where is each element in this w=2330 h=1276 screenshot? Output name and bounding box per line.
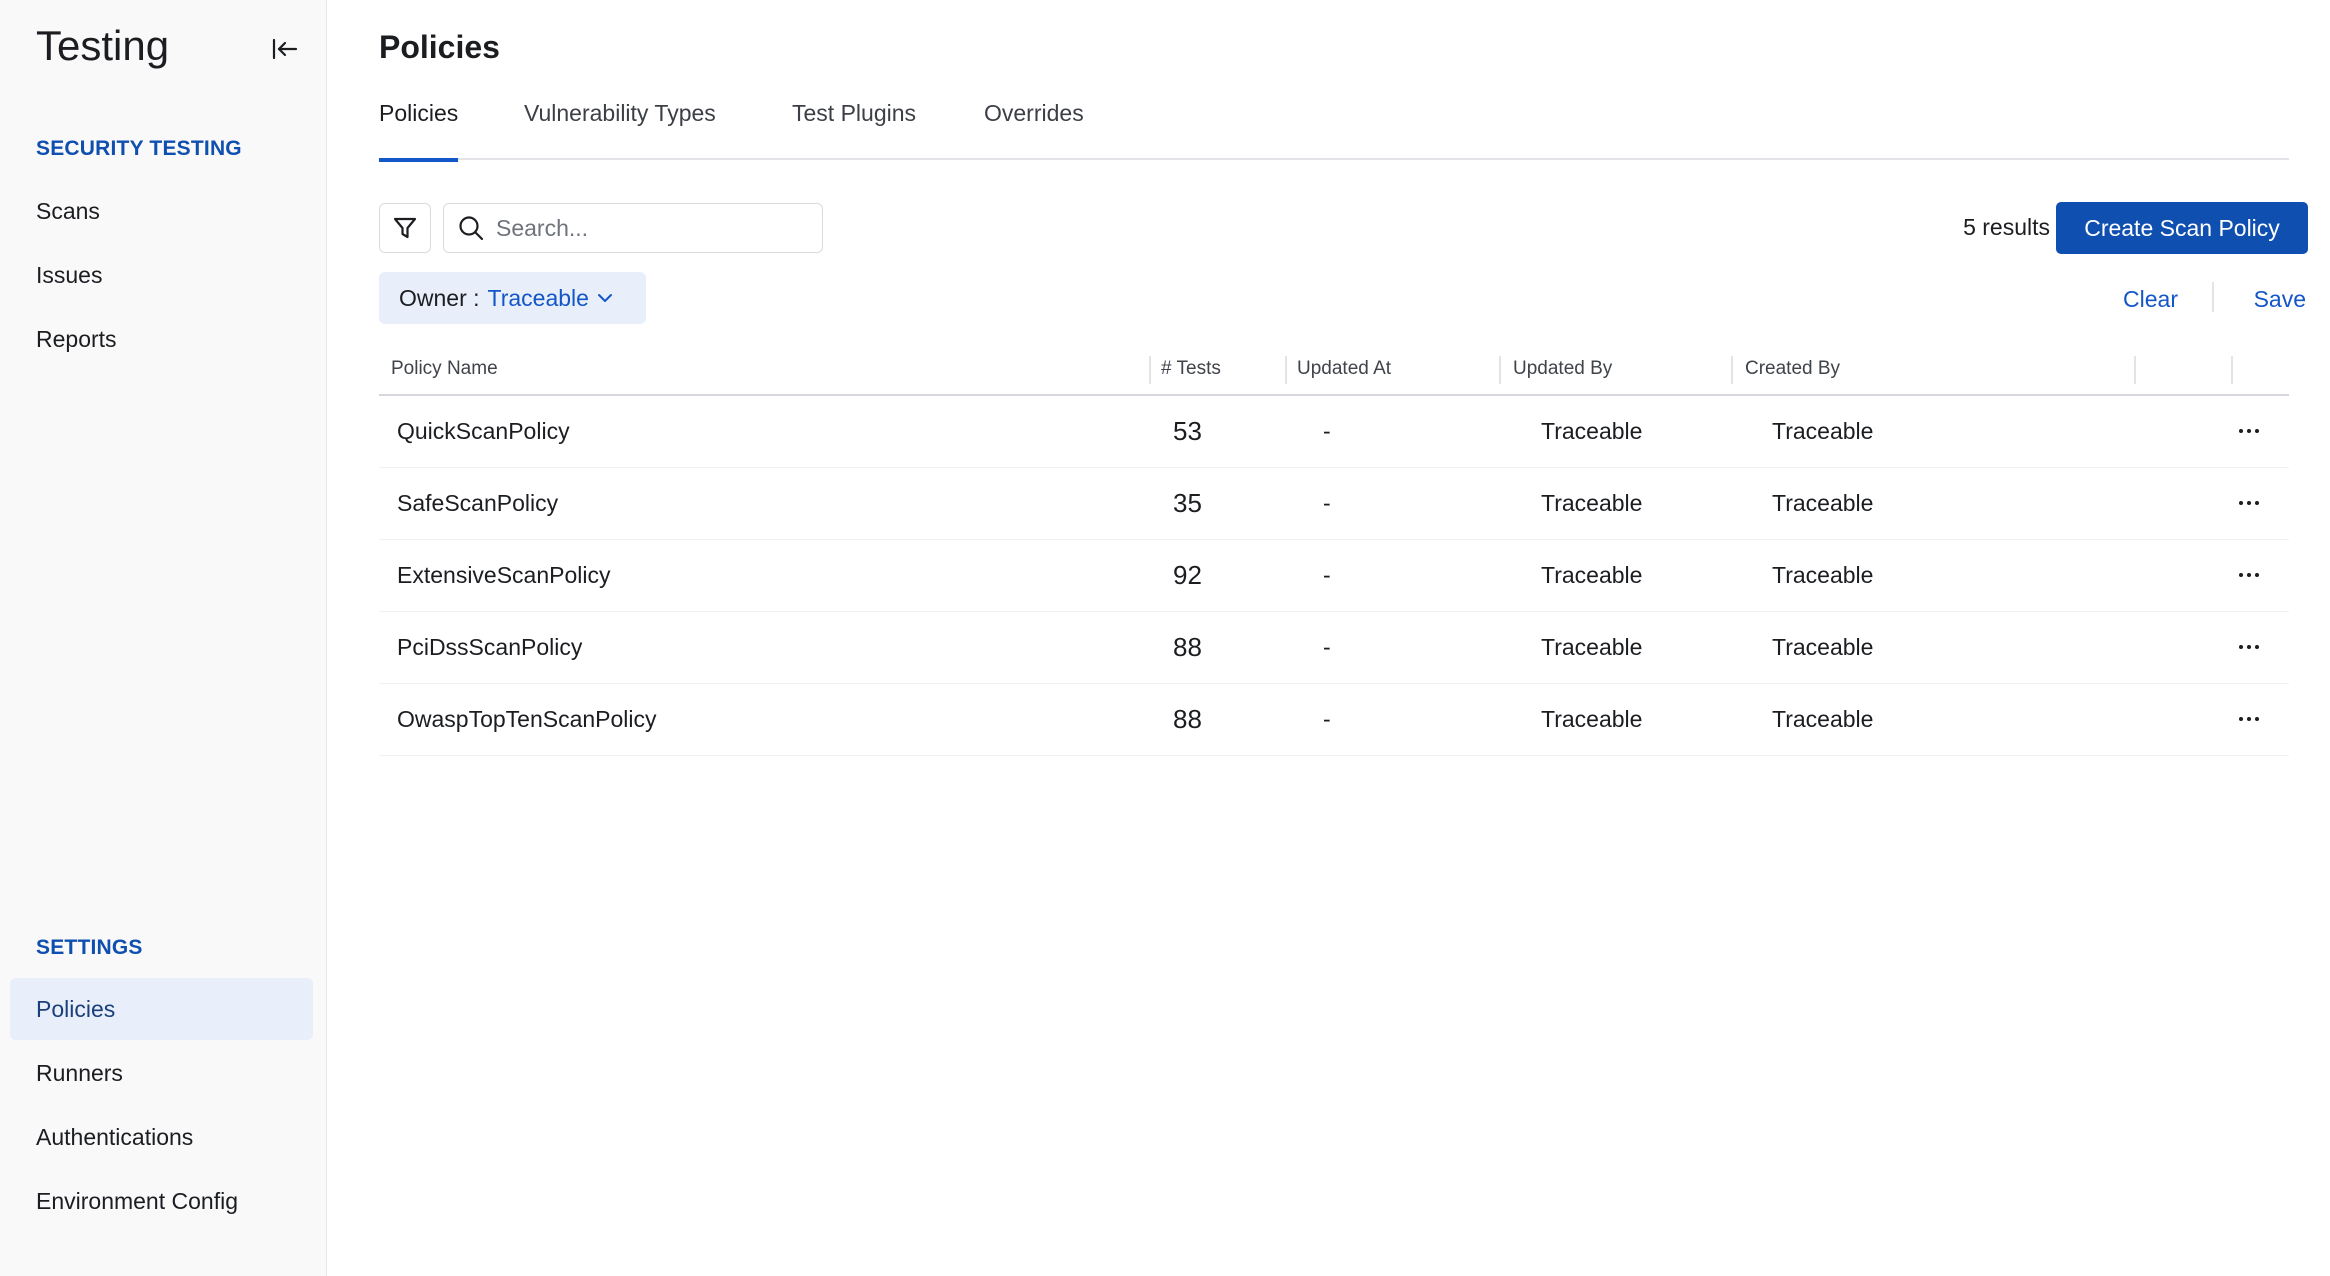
table-row[interactable]: OwaspTopTenScanPolicy 88 - Traceable Tra… <box>379 684 2289 756</box>
column-divider <box>1149 356 1151 384</box>
column-header-tests[interactable]: # Tests <box>1161 358 1221 380</box>
column-divider <box>1731 356 1733 384</box>
updated-by: Traceable <box>1541 418 1643 444</box>
tab-bar: Policies Vulnerability Types Test Plugin… <box>379 100 2289 162</box>
create-scan-policy-button[interactable]: Create Scan Policy <box>2056 202 2308 254</box>
save-filters-link[interactable]: Save <box>2254 286 2306 313</box>
policy-name[interactable]: QuickScanPolicy <box>397 418 570 445</box>
table-row[interactable]: SafeScanPolicy 35 - Traceable Traceable <box>379 468 2289 540</box>
column-header-updated-by[interactable]: Updated By <box>1513 358 1612 380</box>
more-actions-icon[interactable] <box>2231 416 2267 446</box>
updated-at: - <box>1323 634 1331 660</box>
page-title: Policies <box>379 29 500 65</box>
app-root: Testing SECURITY TESTING Scans Issues Re… <box>0 0 2330 1276</box>
filter-chip-value: Traceable <box>487 284 589 311</box>
updated-by: Traceable <box>1541 634 1643 660</box>
sidebar-item-issues[interactable]: Issues <box>10 244 313 306</box>
updated-at: - <box>1323 706 1331 732</box>
created-by: Traceable <box>1772 706 1874 732</box>
column-header-created-by[interactable]: Created By <box>1745 358 1840 380</box>
collapse-left-icon[interactable] <box>268 34 302 64</box>
tab-overrides[interactable]: Overrides <box>984 100 1084 160</box>
policy-name[interactable]: ExtensiveScanPolicy <box>397 562 611 589</box>
divider <box>2212 282 2214 312</box>
created-by: Traceable <box>1772 634 1874 660</box>
table-row[interactable]: PciDssScanPolicy 88 - Traceable Traceabl… <box>379 612 2289 684</box>
more-actions-icon[interactable] <box>2231 560 2267 590</box>
created-by: Traceable <box>1772 418 1874 444</box>
sidebar-section-settings: SETTINGS <box>36 936 143 959</box>
search-icon <box>459 216 484 241</box>
tab-test-plugins[interactable]: Test Plugins <box>792 100 916 160</box>
updated-by: Traceable <box>1541 490 1643 516</box>
sidebar-item-authentications[interactable]: Authentications <box>10 1106 313 1168</box>
test-count: 88 <box>1173 632 1202 662</box>
policies-table: Policy Name # Tests Updated At Updated B… <box>379 350 2289 756</box>
main-content: Policies Policies Vulnerability Types Te… <box>327 0 2330 1276</box>
filter-icon <box>393 217 417 239</box>
updated-by: Traceable <box>1541 706 1643 732</box>
test-count: 53 <box>1173 416 1202 446</box>
table-row[interactable]: QuickScanPolicy 53 - Traceable Traceable <box>379 396 2289 468</box>
column-header-policy-name[interactable]: Policy Name <box>391 358 498 380</box>
table-row[interactable]: ExtensiveScanPolicy 92 - Traceable Trace… <box>379 540 2289 612</box>
policy-name[interactable]: OwaspTopTenScanPolicy <box>397 706 657 733</box>
chevron-down-icon <box>597 294 612 302</box>
search-input[interactable] <box>496 214 796 242</box>
more-actions-icon[interactable] <box>2231 704 2267 734</box>
filter-button[interactable] <box>379 203 431 253</box>
test-count: 35 <box>1173 488 1202 518</box>
created-by: Traceable <box>1772 490 1874 516</box>
sidebar-item-policies[interactable]: Policies <box>10 978 313 1040</box>
column-divider <box>1285 356 1287 384</box>
test-count: 88 <box>1173 704 1202 734</box>
updated-at: - <box>1323 562 1331 588</box>
updated-by: Traceable <box>1541 562 1643 588</box>
sidebar-item-environment-config[interactable]: Environment Config <box>10 1170 313 1232</box>
clear-filters-link[interactable]: Clear <box>2123 286 2178 313</box>
filter-chip-key: Owner : <box>399 284 480 311</box>
updated-at: - <box>1323 418 1331 444</box>
created-by: Traceable <box>1772 562 1874 588</box>
sidebar-item-label: Authentications <box>36 1123 194 1150</box>
table-header: Policy Name # Tests Updated At Updated B… <box>379 350 2289 396</box>
updated-at: - <box>1323 490 1331 516</box>
search-box[interactable] <box>443 203 823 253</box>
column-divider <box>2231 356 2233 384</box>
sidebar-item-label: Environment Config <box>36 1187 238 1214</box>
sidebar-item-label: Reports <box>36 325 117 352</box>
sidebar-item-reports[interactable]: Reports <box>10 308 313 370</box>
sidebar-item-label: Issues <box>36 261 103 288</box>
sidebar-item-scans[interactable]: Scans <box>10 180 313 242</box>
sidebar-item-runners[interactable]: Runners <box>10 1042 313 1104</box>
tab-policies[interactable]: Policies <box>379 100 459 162</box>
tab-vulnerability-types[interactable]: Vulnerability Types <box>524 100 716 160</box>
sidebar-section-security-testing: SECURITY TESTING <box>36 137 242 160</box>
policy-name[interactable]: SafeScanPolicy <box>397 490 558 517</box>
policy-name[interactable]: PciDssScanPolicy <box>397 634 582 661</box>
column-divider <box>1499 356 1501 384</box>
more-actions-icon[interactable] <box>2231 488 2267 518</box>
column-divider <box>2134 356 2136 384</box>
test-count: 92 <box>1173 560 1202 590</box>
more-actions-icon[interactable] <box>2231 632 2267 662</box>
sidebar-item-label: Runners <box>36 1059 123 1086</box>
column-header-updated-at[interactable]: Updated At <box>1297 358 1391 380</box>
sidebar: Testing SECURITY TESTING Scans Issues Re… <box>0 0 327 1276</box>
results-count: 5 results <box>1963 214 2050 240</box>
sidebar-item-label: Policies <box>36 995 116 1022</box>
sidebar-item-label: Scans <box>36 197 100 224</box>
sidebar-title: Testing <box>36 22 170 69</box>
owner-filter-chip[interactable]: Owner : Traceable <box>379 272 646 324</box>
